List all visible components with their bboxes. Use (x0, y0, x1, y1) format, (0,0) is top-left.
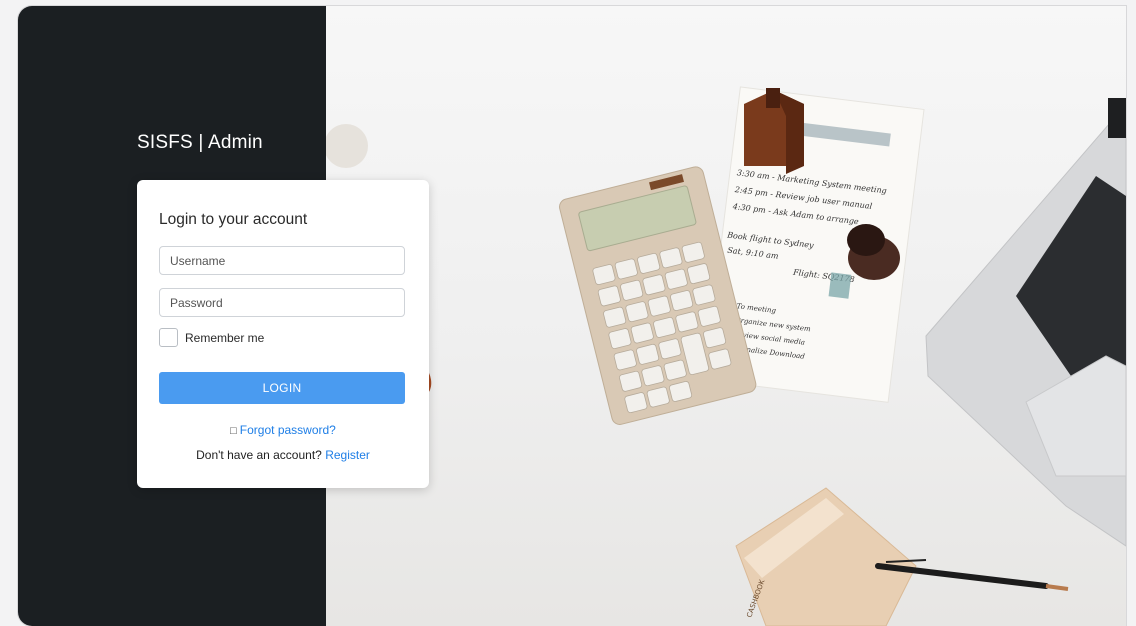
forgot-password-row: □ Forgot password? (137, 423, 429, 437)
checkbox-icon: □ (230, 425, 237, 437)
signup-text: Don't have an account? (196, 448, 322, 462)
signup-row: Don't have an account? Register (137, 448, 429, 462)
remember-me[interactable]: Remember me (159, 328, 264, 347)
login-heading: Login to your account (159, 211, 308, 228)
browser-window: 3:30 am - Marketing System meeting 2:45 … (18, 6, 1126, 626)
login-card: Login to your account Remember me LOGIN … (137, 180, 429, 488)
brand-title: SISFS | Admin (137, 132, 263, 153)
password-input[interactable] (159, 288, 405, 317)
login-button[interactable]: LOGIN (159, 372, 405, 404)
forgot-password-link[interactable]: Forgot password? (240, 423, 336, 437)
register-link[interactable]: Register (325, 448, 370, 462)
laptop (925, 98, 1126, 547)
remember-checkbox[interactable] (159, 328, 178, 347)
wooden-house (744, 88, 804, 174)
cashbook: CASHBOOK (735, 487, 917, 626)
remember-label: Remember me (185, 330, 265, 345)
hero-image: 3:30 am - Marketing System meeting 2:45 … (326, 6, 1126, 626)
username-input[interactable] (159, 246, 405, 275)
hero-illustration: 3:30 am - Marketing System meeting 2:45 … (326, 86, 1126, 626)
